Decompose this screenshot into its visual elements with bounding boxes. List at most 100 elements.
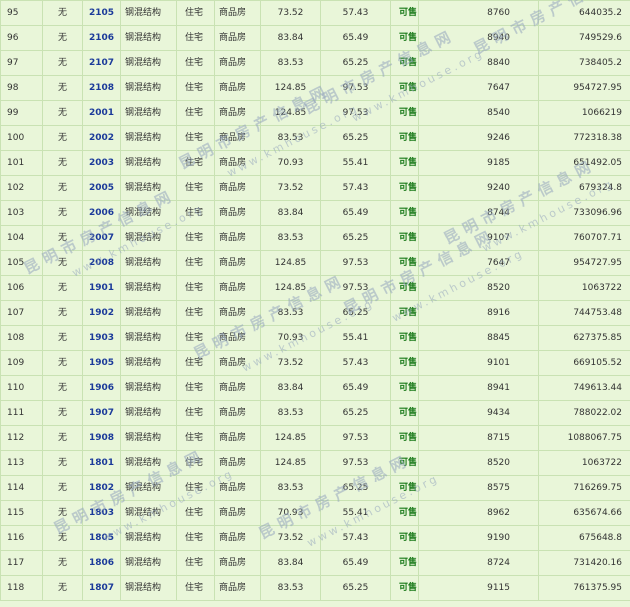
usage: 住宅 xyxy=(176,150,215,176)
house-type: 商品房 xyxy=(214,100,261,126)
room-number-link[interactable]: 2008 xyxy=(82,250,121,276)
total-price: 772318.38 xyxy=(538,125,630,151)
row-number: 97 xyxy=(0,50,43,76)
house-type: 商品房 xyxy=(214,575,261,601)
table-row: 114 无 1802 钢混结构 住宅 商品房 83.53 65.25 可售 8575 716269.… xyxy=(0,475,630,501)
room-number-link[interactable]: 2006 xyxy=(82,200,121,226)
room-number-link[interactable]: 1807 xyxy=(82,575,121,601)
unit-price: 8940 xyxy=(418,25,539,51)
row-number: 99 xyxy=(0,100,43,126)
room-number-link[interactable]: 1806 xyxy=(82,550,121,576)
table-row: 106 无 1901 钢混结构 住宅 商品房 124.85 97.53 可售 8520 106372… xyxy=(0,275,630,301)
floor-area: 83.53 xyxy=(260,300,321,326)
row-number: 95 xyxy=(0,0,43,26)
table-row: 118 无 1807 钢混结构 住宅 商品房 83.53 65.25 可售 9115 761375.… xyxy=(0,575,630,601)
table-row: 108 无 1903 钢混结构 住宅 商品房 70.93 55.41 可售 8845 627375.… xyxy=(0,325,630,351)
room-number-link[interactable]: 1901 xyxy=(82,275,121,301)
inner-area: 65.25 xyxy=(320,400,391,426)
structure: 钢混结构 xyxy=(120,325,177,351)
presale-flag: 无 xyxy=(42,450,83,476)
sale-status: 可售 xyxy=(390,25,419,51)
structure: 钢混结构 xyxy=(120,400,177,426)
inner-area: 57.43 xyxy=(320,175,391,201)
room-number-link[interactable]: 2107 xyxy=(82,50,121,76)
structure: 钢混结构 xyxy=(120,175,177,201)
room-number-link[interactable]: 1902 xyxy=(82,300,121,326)
sale-status: 可售 xyxy=(390,525,419,551)
table-row: 96 无 2106 钢混结构 住宅 商品房 83.84 65.49 可售 8940 749529.6 xyxy=(0,25,630,51)
total-price: 761375.95 xyxy=(538,575,630,601)
table-row: 113 无 1801 钢混结构 住宅 商品房 124.85 97.53 可售 8520 106372… xyxy=(0,450,630,476)
floor-area: 73.52 xyxy=(260,525,321,551)
house-type: 商品房 xyxy=(214,350,261,376)
inner-area: 65.49 xyxy=(320,375,391,401)
room-number-link[interactable]: 1803 xyxy=(82,500,121,526)
unit-price: 8760 xyxy=(418,0,539,26)
row-number: 106 xyxy=(0,275,43,301)
house-type: 商品房 xyxy=(214,475,261,501)
sale-status: 可售 xyxy=(390,575,419,601)
room-number-link[interactable]: 2003 xyxy=(82,150,121,176)
floor-area: 83.53 xyxy=(260,225,321,251)
sale-status: 可售 xyxy=(390,475,419,501)
inner-area: 97.53 xyxy=(320,100,391,126)
inner-area: 55.41 xyxy=(320,500,391,526)
house-type: 商品房 xyxy=(214,225,261,251)
room-number-link[interactable]: 2007 xyxy=(82,225,121,251)
usage: 住宅 xyxy=(176,400,215,426)
presale-flag: 无 xyxy=(42,400,83,426)
floor-area: 70.93 xyxy=(260,150,321,176)
sale-status: 可售 xyxy=(390,350,419,376)
room-number-link[interactable]: 1805 xyxy=(82,525,121,551)
total-price: 760707.71 xyxy=(538,225,630,251)
row-number: 110 xyxy=(0,375,43,401)
total-price: 651492.05 xyxy=(538,150,630,176)
room-number-link[interactable]: 1906 xyxy=(82,375,121,401)
room-number-link[interactable]: 2002 xyxy=(82,125,121,151)
house-type: 商品房 xyxy=(214,375,261,401)
table-row: 110 无 1906 钢混结构 住宅 商品房 83.84 65.49 可售 8941 749613.… xyxy=(0,375,630,401)
room-number-link[interactable]: 1908 xyxy=(82,425,121,451)
room-number-link[interactable]: 2106 xyxy=(82,25,121,51)
usage: 住宅 xyxy=(176,125,215,151)
room-number-link[interactable]: 1903 xyxy=(82,325,121,351)
structure: 钢混结构 xyxy=(120,125,177,151)
row-number: 111 xyxy=(0,400,43,426)
room-number-link[interactable]: 2108 xyxy=(82,75,121,101)
inner-area: 65.49 xyxy=(320,200,391,226)
presale-flag: 无 xyxy=(42,125,83,151)
usage: 住宅 xyxy=(176,50,215,76)
room-number-link[interactable]: 1907 xyxy=(82,400,121,426)
unit-price: 7647 xyxy=(418,75,539,101)
row-number: 101 xyxy=(0,150,43,176)
unit-price: 8962 xyxy=(418,500,539,526)
house-type: 商品房 xyxy=(214,525,261,551)
usage: 住宅 xyxy=(176,200,215,226)
room-number-link[interactable]: 2005 xyxy=(82,175,121,201)
house-type: 商品房 xyxy=(214,300,261,326)
total-price: 635674.66 xyxy=(538,500,630,526)
presale-flag: 无 xyxy=(42,150,83,176)
unit-price: 8715 xyxy=(418,425,539,451)
sale-status: 可售 xyxy=(390,375,419,401)
presale-flag: 无 xyxy=(42,575,83,601)
sale-status: 可售 xyxy=(390,325,419,351)
house-type: 商品房 xyxy=(214,450,261,476)
room-number-link[interactable]: 2001 xyxy=(82,100,121,126)
inner-area: 97.53 xyxy=(320,425,391,451)
sale-status: 可售 xyxy=(390,200,419,226)
room-number-link[interactable]: 1801 xyxy=(82,450,121,476)
structure: 钢混结构 xyxy=(120,500,177,526)
row-number: 107 xyxy=(0,300,43,326)
usage: 住宅 xyxy=(176,500,215,526)
table-row: 98 无 2108 钢混结构 住宅 商品房 124.85 97.53 可售 7647 954727.… xyxy=(0,75,630,101)
inner-area: 55.41 xyxy=(320,325,391,351)
room-number-link[interactable]: 2105 xyxy=(82,0,121,26)
room-number-link[interactable]: 1802 xyxy=(82,475,121,501)
structure: 钢混结构 xyxy=(120,425,177,451)
structure: 钢混结构 xyxy=(120,50,177,76)
inner-area: 65.25 xyxy=(320,225,391,251)
room-number-link[interactable]: 1905 xyxy=(82,350,121,376)
unit-price: 8744 xyxy=(418,200,539,226)
floor-area: 83.53 xyxy=(260,400,321,426)
